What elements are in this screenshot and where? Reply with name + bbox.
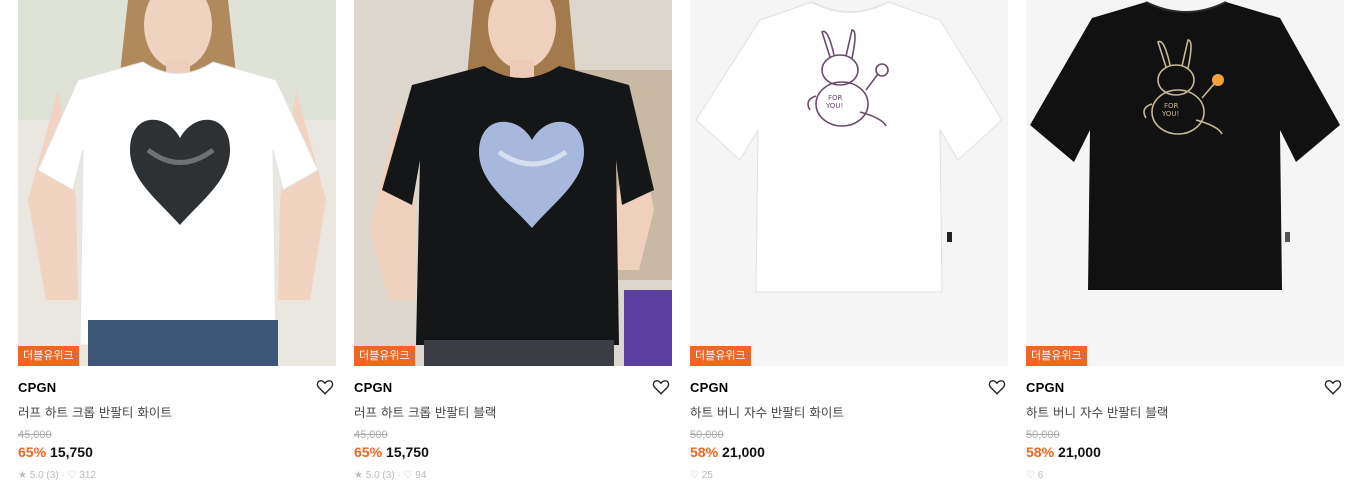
original-price: 50,000 [1026, 429, 1060, 441]
promo-badge: 더블유위크 [354, 346, 415, 366]
product-title[interactable]: 러프 하트 크롭 반팔티 블랙 [354, 402, 496, 421]
price-row: 58% 21,000 [690, 444, 765, 460]
price-row: 65% 15,750 [354, 444, 429, 460]
product-card[interactable]: 더블유위크 CPGN 러프 하트 크롭 반팔티 블랙 45,000 65% 15,… [354, 0, 672, 481]
product-title[interactable]: 하트 버니 자수 반팔티 화이트 [690, 402, 844, 421]
wishlist-heart-icon[interactable] [988, 378, 1006, 396]
sale-price: 15,750 [50, 444, 93, 460]
product-image[interactable]: FOR YOU! 더블유위크 [1026, 0, 1344, 366]
promo-badge: 더블유위크 [690, 346, 751, 366]
review-meta: ★ 5.0 (3) · ♡ 94 [354, 470, 427, 481]
wishlist-heart-icon[interactable] [1324, 378, 1342, 396]
promo-badge: 더블유위크 [18, 346, 79, 366]
product-image[interactable]: 더블유위크 [354, 0, 672, 366]
discount-rate: 58% [1026, 444, 1055, 460]
brand-name[interactable]: CPGN [1026, 380, 1064, 395]
review-meta: ★ 5.0 (3) · ♡ 312 [18, 470, 96, 481]
promo-badge: 더블유위크 [1026, 346, 1087, 366]
product-card[interactable]: FOR YOU! 더블유위크 CPGN 하트 버니 자수 반팔티 블랙 50,0… [1026, 0, 1344, 481]
svg-text:FOR: FOR [1164, 102, 1179, 110]
brand-name[interactable]: CPGN [18, 380, 56, 395]
sale-price: 21,000 [722, 444, 765, 460]
original-price: 45,000 [18, 429, 52, 441]
sale-price: 15,750 [386, 444, 429, 460]
product-grid: 더블유위크 CPGN 러프 하트 크롭 반팔티 화이트 45,000 65% 15… [0, 0, 1360, 481]
product-title[interactable]: 러프 하트 크롭 반팔티 화이트 [18, 402, 172, 421]
sale-price: 21,000 [1058, 444, 1101, 460]
brand-name[interactable]: CPGN [354, 380, 392, 395]
original-price: 50,000 [690, 429, 724, 441]
discount-rate: 65% [354, 444, 383, 460]
brand-name[interactable]: CPGN [690, 380, 728, 395]
wishlist-heart-icon[interactable] [316, 378, 334, 396]
product-title[interactable]: 하트 버니 자수 반팔티 블랙 [1026, 402, 1168, 421]
original-price: 45,000 [354, 429, 388, 441]
review-meta: ♡ 25 [690, 470, 713, 481]
price-row: 65% 15,750 [18, 444, 93, 460]
review-meta: ♡ 6 [1026, 470, 1044, 481]
wishlist-heart-icon[interactable] [652, 378, 670, 396]
svg-text:YOU!: YOU! [1161, 110, 1179, 118]
svg-text:YOU!: YOU! [825, 102, 843, 110]
discount-rate: 65% [18, 444, 47, 460]
svg-text:FOR: FOR [828, 94, 843, 102]
price-row: 58% 21,000 [1026, 444, 1101, 460]
product-card[interactable]: 더블유위크 CPGN 러프 하트 크롭 반팔티 화이트 45,000 65% 15… [18, 0, 336, 481]
product-card[interactable]: FOR YOU! 더블유위크 CPGN 하트 버니 자수 반팔티 화이트 50,… [690, 0, 1008, 481]
discount-rate: 58% [690, 444, 719, 460]
product-image[interactable]: 더블유위크 [18, 0, 336, 366]
product-image[interactable]: FOR YOU! 더블유위크 [690, 0, 1008, 366]
